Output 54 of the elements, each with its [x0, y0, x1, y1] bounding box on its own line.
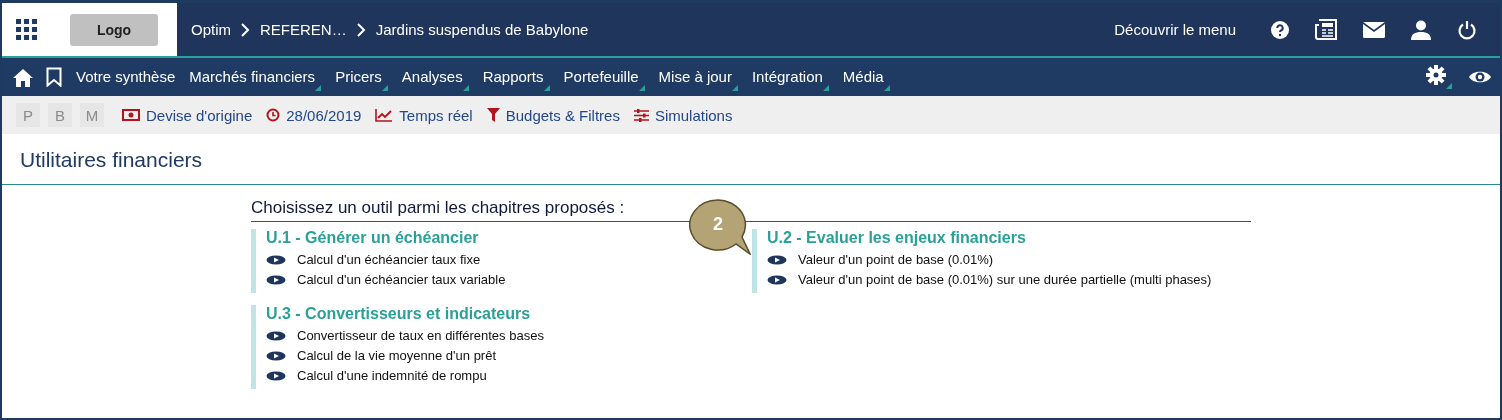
- nav-menu-item[interactable]: Rapports: [482, 67, 544, 87]
- settings-icon[interactable]: [1426, 65, 1452, 89]
- tool-link[interactable]: Calcul d'un échéancier taux fixe: [297, 252, 481, 267]
- line-chart-icon: [375, 108, 394, 122]
- nav-menu-item[interactable]: Marchés financiers: [189, 67, 316, 87]
- tool-link[interactable]: Valeur d'un point de base (0.01%) sur une durée partielle (multi phases): [798, 272, 1212, 287]
- eye-bullet-icon: [266, 273, 286, 286]
- page-title: Utilitaires financiers: [2, 134, 1500, 185]
- tool-link[interactable]: Calcul de la vie moyenne d'un prêt: [297, 348, 497, 363]
- toolbar-link[interactable]: Temps réel: [399, 106, 473, 124]
- eye-bullet-icon: [767, 273, 787, 286]
- nav-menu-item[interactable]: Intégration: [751, 67, 823, 87]
- chevron-right-icon: [241, 22, 250, 37]
- chevron-right-icon: [356, 22, 366, 37]
- toolbar-link[interactable]: Devise d'origine: [146, 106, 253, 124]
- nav-menu-item[interactable]: Mise à jour: [658, 67, 732, 87]
- bookmark-icon[interactable]: [46, 67, 62, 87]
- breadcrumb-item[interactable]: Optim: [191, 21, 231, 38]
- tool-link[interactable]: Valeur d'un point de base (0.01%): [798, 252, 994, 267]
- chapter-title: U.3 - Convertisseurs et indicateurs: [266, 305, 532, 323]
- tool-link[interactable]: Calcul d'une indemnité de rompu: [297, 368, 487, 383]
- banknote-icon: [122, 109, 140, 121]
- toolbar-link[interactable]: Budgets & Filtres: [505, 106, 620, 124]
- chapter-title: U.2 - Evaluer les enjeux financiers: [767, 229, 1027, 247]
- eye-bullet-icon: [266, 369, 286, 382]
- sliders-icon: [633, 108, 649, 122]
- user-icon[interactable]: [1411, 19, 1431, 40]
- eye-bullet-icon: [266, 329, 286, 342]
- breadcrumb-item[interactable]: REFEREN…: [260, 21, 347, 38]
- power-icon[interactable]: [1457, 19, 1477, 40]
- newspaper-icon[interactable]: [1315, 19, 1337, 40]
- nav-menu-item[interactable]: Média: [842, 67, 884, 87]
- discover-menu-link[interactable]: Découvrir le menu: [1114, 21, 1236, 38]
- help-icon[interactable]: [1271, 20, 1289, 39]
- home-icon[interactable]: [12, 67, 34, 87]
- apps-grid-icon[interactable]: [16, 18, 38, 41]
- toolbar-link[interactable]: Simulations: [654, 106, 733, 124]
- clock-icon: [266, 108, 281, 122]
- nav-menu-item[interactable]: Portefeuille: [563, 67, 639, 87]
- logo[interactable]: Logo: [70, 13, 158, 46]
- chapter-title: U.1 - Générer un échéancier: [266, 229, 480, 247]
- tool-link[interactable]: Convertisseur de taux en différentes bases: [297, 328, 544, 343]
- toolbar-link[interactable]: 28/06/2019: [286, 106, 362, 124]
- breadcrumb-item[interactable]: Jardins suspendus de Babylone: [375, 21, 589, 38]
- nav-menu-item[interactable]: Votre synthèse: [76, 67, 176, 87]
- mail-icon[interactable]: [1363, 21, 1385, 38]
- nav-menu-item[interactable]: Pricers: [335, 67, 382, 87]
- eye-icon[interactable]: [1468, 69, 1492, 85]
- filter-icon: [486, 108, 500, 122]
- eye-bullet-icon: [266, 349, 286, 362]
- nav-menu-item[interactable]: Analyses: [401, 67, 463, 87]
- eye-bullet-icon: [767, 253, 787, 266]
- tool-link[interactable]: Calcul d'un échéancier taux variable: [297, 272, 506, 287]
- eye-bullet-icon: [266, 253, 286, 266]
